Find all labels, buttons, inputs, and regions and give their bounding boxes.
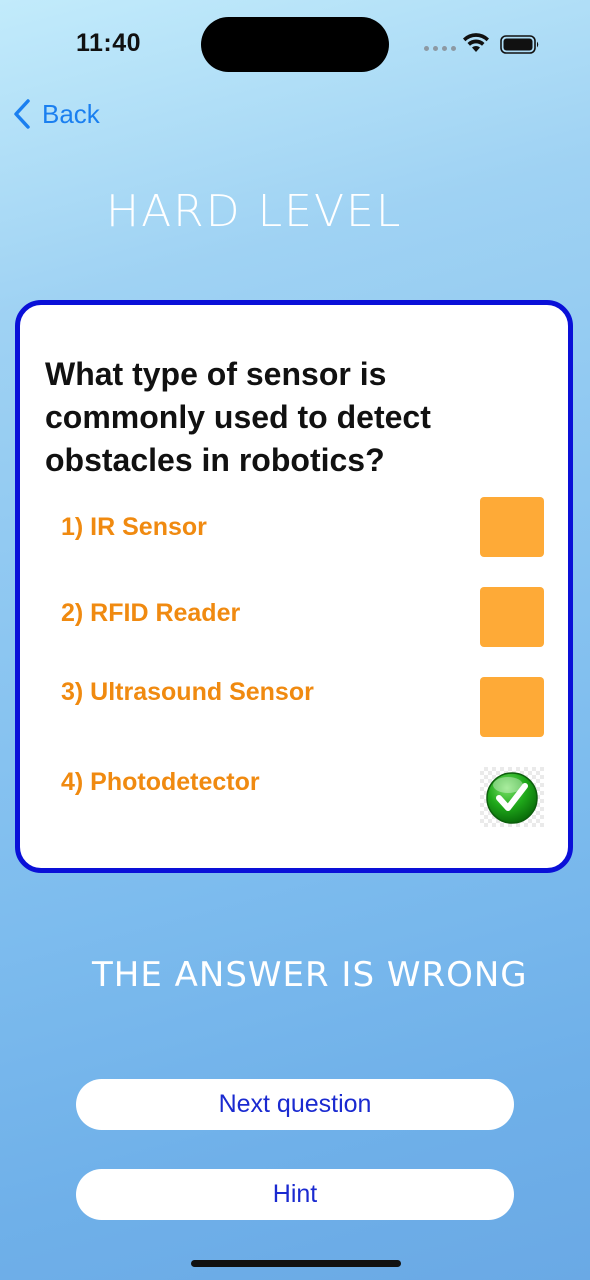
result-message: The answer is wrong bbox=[92, 955, 528, 995]
question-card: What type of sensor is commonly used to … bbox=[15, 300, 573, 873]
chevron-left-icon bbox=[14, 99, 30, 129]
next-question-button[interactable]: Next question bbox=[76, 1079, 514, 1130]
wifi-icon bbox=[463, 33, 489, 52]
option-4-checkbox[interactable] bbox=[480, 767, 544, 827]
option-1-checkbox[interactable] bbox=[480, 497, 544, 557]
home-indicator bbox=[191, 1260, 401, 1267]
option-3-label: 3) Ultrasound Sensor bbox=[61, 678, 314, 706]
question-text: What type of sensor is commonly used to … bbox=[45, 356, 431, 478]
status-time: 11:40 bbox=[76, 29, 142, 57]
option-1-label: 1) IR Sensor bbox=[61, 513, 207, 541]
battery-icon bbox=[500, 35, 539, 54]
level-title: Hard Level bbox=[106, 186, 403, 237]
hint-button[interactable]: Hint bbox=[76, 1169, 514, 1220]
back-button[interactable]: Back bbox=[12, 96, 100, 132]
dynamic-island bbox=[201, 17, 389, 72]
signal-dots-icon bbox=[424, 46, 456, 51]
green-checkmark-icon bbox=[486, 772, 538, 824]
option-4-label: 4) Photodetector bbox=[61, 768, 260, 796]
status-bar: 11:40 bbox=[0, 0, 590, 90]
back-label: Back bbox=[42, 98, 100, 129]
option-3-checkbox[interactable] bbox=[480, 677, 544, 737]
option-2-label: 2) RFID Reader bbox=[61, 599, 241, 627]
option-2-checkbox[interactable] bbox=[480, 587, 544, 647]
